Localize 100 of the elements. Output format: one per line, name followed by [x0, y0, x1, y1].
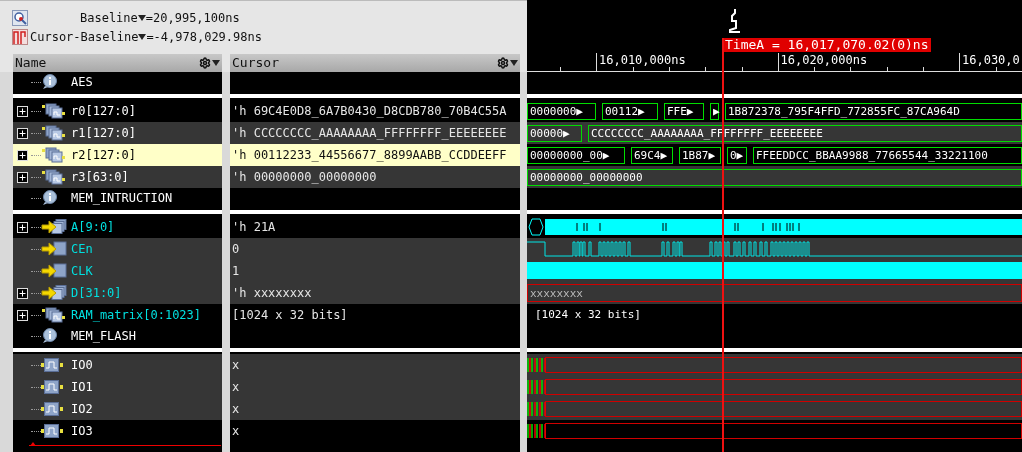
- caret-icon[interactable]: [510, 60, 518, 66]
- signal-name: IO0: [71, 357, 93, 374]
- signal-row[interactable]: A[9:0]: [13, 216, 222, 238]
- cursor-value: 'h xxxxxxxx: [232, 285, 312, 302]
- cursor-value: 1: [232, 263, 240, 280]
- column-header[interactable]: Cursor: [230, 54, 520, 72]
- cursor-value: x: [232, 401, 240, 418]
- delta-value: =-4,978,029.98ns: [146, 29, 262, 46]
- caret-icon[interactable]: [138, 34, 147, 40]
- expand-icon[interactable]: [16, 149, 28, 161]
- cursor-label: TimeA = 16,017,070.02(0)ns: [723, 38, 931, 52]
- signal-row[interactable]: CLK: [13, 260, 222, 282]
- signal-name: AES: [71, 74, 93, 91]
- signal-row[interactable]: D[31:0]: [13, 282, 222, 304]
- bus-value: 0▶: [727, 146, 747, 164]
- cursor-value: 'h 69C4E0D8_6A7B0430_D8CDB780_70B4C55A: [232, 103, 507, 120]
- baseline-value: =20,995,100ns: [145, 10, 240, 27]
- stacked-signal-icon: [41, 307, 65, 323]
- bus-value: xxxxxxxx: [527, 284, 1022, 302]
- signal-name: r0[127:0]: [71, 103, 137, 120]
- bus-value: 69C4▶: [631, 146, 673, 164]
- signal-name: A[9:0]: [71, 219, 115, 236]
- stacked-signal-icon: [41, 169, 65, 185]
- caret-icon[interactable]: [212, 60, 220, 66]
- time-tick-label: 16,020,000ns: [777, 53, 868, 71]
- arrow-stacked-icon: [41, 285, 67, 301]
- memory-label: [1024 x 32 bits]: [535, 306, 641, 323]
- bus-value: 0000000▶: [527, 102, 596, 120]
- arrow-signal-icon: [41, 241, 67, 257]
- cursor-value: 'h 00000000_00000000: [232, 169, 377, 186]
- signal-row[interactable]: r0[127:0]: [13, 100, 222, 122]
- pulse-icon: [41, 379, 63, 395]
- info-icon: [41, 190, 58, 206]
- signal-row[interactable]: r3[63:0]: [13, 166, 222, 188]
- stacked-signal-icon: [41, 147, 65, 163]
- search-icon[interactable]: [12, 10, 28, 26]
- time-ruler[interactable]: 16,010,000ns 16,020,000ns 16,030,0 TimeA = 16,017,070.02(0)ns: [527, 0, 1022, 72]
- signal-name: D[31:0]: [71, 285, 122, 302]
- info-icon: [41, 328, 58, 344]
- signal-name: MEM_FLASH: [71, 328, 137, 345]
- cursor-value: 'h CCCCCCCC_AAAAAAAA_FFFFFFFF_EEEEEEEE: [232, 125, 507, 142]
- signal-name: MEM_INTRUCTION: [71, 190, 173, 207]
- expand-icon[interactable]: [16, 171, 28, 183]
- arrow-signal-icon: [41, 263, 67, 279]
- cursor-value: [1024 x 32 bits]: [232, 307, 348, 324]
- cursor-value: x: [232, 357, 240, 374]
- signal-name: RAM_matrix[0:1023]: [71, 307, 202, 324]
- signal-name: IO1: [71, 379, 93, 396]
- column-title: Name: [15, 54, 47, 73]
- arrow-stacked-icon: [41, 219, 67, 235]
- caret-icon[interactable]: [137, 15, 146, 21]
- signal-name: r2[127:0]: [71, 147, 137, 164]
- signal-row[interactable]: RAM_matrix[0:1023]: [13, 304, 222, 326]
- expand-icon[interactable]: [16, 105, 28, 117]
- signal-row[interactable]: MEM_FLASH: [13, 326, 222, 346]
- gear-icon[interactable]: [497, 57, 509, 69]
- signal-row[interactable]: r1[127:0]: [13, 122, 222, 144]
- signal-name: CLK: [71, 263, 93, 280]
- marker-icon[interactable]: [12, 29, 28, 45]
- pulse-icon: [41, 357, 63, 373]
- stacked-signal-icon: [41, 103, 65, 119]
- cursor-value: 0: [232, 241, 240, 258]
- cursor-value: 'h 21A: [232, 219, 276, 236]
- signal-row[interactable]: IO1: [13, 376, 222, 398]
- bus-value: FFE▶: [664, 102, 704, 120]
- signal-row[interactable]: MEM_INTRUCTION: [13, 188, 222, 208]
- time-tick-label: 16,010,000ns: [596, 53, 686, 71]
- delta-label: Cursor-Baseline: [30, 29, 139, 46]
- pulse-icon: [41, 401, 63, 417]
- gear-icon[interactable]: [199, 57, 211, 69]
- cursor-value: x: [232, 423, 240, 440]
- expand-icon[interactable]: [16, 221, 28, 233]
- bus-value: 1B87▶: [679, 146, 721, 164]
- signal-row[interactable]: IO3: [13, 420, 222, 442]
- cursor-handle-icon[interactable]: [727, 8, 741, 36]
- expand-icon[interactable]: [16, 287, 28, 299]
- stacked-signal-icon: [41, 125, 65, 141]
- bus-value: 00112▶: [602, 102, 658, 120]
- signal-name: r3[63:0]: [71, 169, 129, 186]
- signal-name: r1[127:0]: [71, 125, 137, 142]
- cursor-value: 'h 00112233_44556677_8899AABB_CCDDEEFF: [232, 147, 507, 164]
- column-header[interactable]: Name: [13, 54, 222, 72]
- column-title: Cursor: [232, 54, 279, 73]
- bus-value: 00000000_00▶: [527, 146, 625, 164]
- signal-row[interactable]: IO0: [13, 354, 222, 376]
- signal-name: IO2: [71, 401, 93, 418]
- signal-row[interactable]: CEn: [13, 238, 222, 260]
- baseline-label: Baseline: [80, 10, 138, 27]
- bus-value: FFEEDDCC_BBAA9988_77665544_33221100: [753, 146, 1022, 164]
- expand-icon[interactable]: [16, 127, 28, 139]
- signal-row[interactable]: r2[127:0]: [13, 144, 222, 166]
- bus-value: 00000▶: [527, 124, 582, 142]
- time-tick-label: 16,030,0: [959, 53, 1020, 71]
- bus-value: 00000000_00000000: [527, 168, 1022, 186]
- signal-row[interactable]: AES: [13, 72, 222, 92]
- pulse-icon: [41, 423, 63, 439]
- bus-value: 1B872378_795F4FFD_772855FC_87CA964D: [725, 102, 1022, 120]
- expand-icon[interactable]: [16, 309, 28, 321]
- signal-row[interactable]: IO2: [13, 398, 222, 420]
- cursor-value: x: [232, 379, 240, 396]
